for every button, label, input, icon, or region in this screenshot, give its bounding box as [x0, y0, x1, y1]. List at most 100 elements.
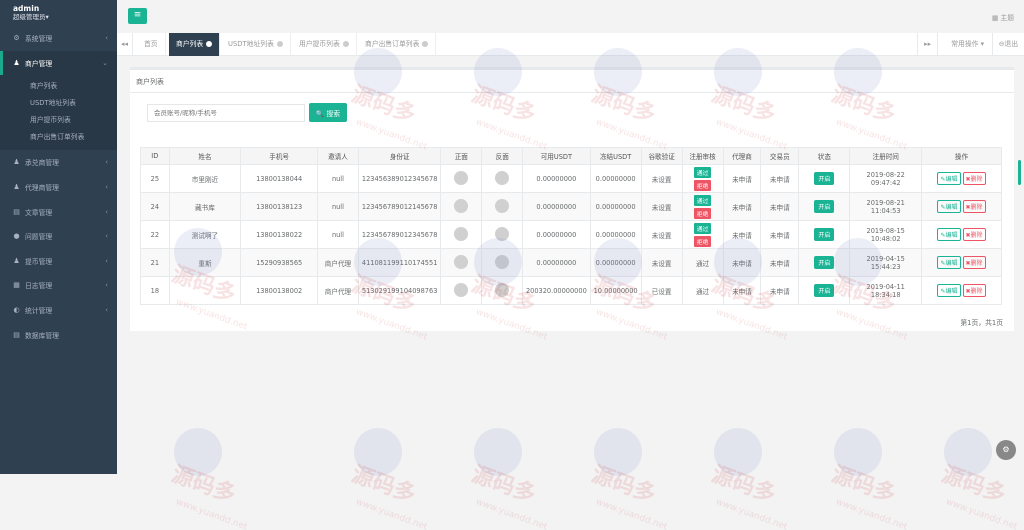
table-row: 24 藏书库 13800138123 null 123456789012145678 0.… — [140, 192, 1002, 221]
search-input[interactable] — [147, 104, 305, 122]
tab-scroll-left-icon[interactable]: ◂◂ — [117, 33, 133, 56]
column-header: 操作 — [921, 147, 1002, 165]
status-toggle-button[interactable]: 开启 — [814, 172, 835, 185]
sidebar-item-3[interactable]: ♟ 代理商管理 ‹ — [0, 175, 117, 200]
column-header: 注册时间 — [849, 147, 923, 165]
close-icon[interactable] — [422, 41, 429, 47]
user-name: admin — [13, 4, 40, 13]
approve-button[interactable]: 通过 — [693, 194, 712, 206]
google-auth-cell: 未设置 — [640, 220, 683, 249]
table-row: 21 重斯 15290938565 商户代理 411081199110174551 0.0… — [140, 248, 1002, 277]
sidebar-item-4[interactable]: ▤ 文章管理 ‹ — [0, 199, 117, 224]
submenu-item-0[interactable]: 商户列表 — [0, 78, 117, 95]
sidebar-menu: ⚙ 系统管理 ‹ ♟ 商户管理 ⌄ 商户列表 USDT地址列表 用户提币列表 商户出售订单列表 ♟ 承… — [0, 26, 117, 347]
table-row: 18 13800138002 商户代理 513029199104098763 20032… — [140, 276, 1002, 305]
frozen-usdt-cell: 0.00000000 — [589, 220, 642, 249]
common-ops-dropdown[interactable]: 常用操作 ▾ — [945, 33, 990, 56]
sidebar-item-5[interactable]: ● 问题管理 ‹ — [0, 224, 117, 249]
reject-button[interactable]: 拒绝 — [693, 235, 712, 247]
tab-usdt-address[interactable]: USDT地址列表 — [221, 33, 291, 56]
name-cell: 市里刚近 — [168, 164, 242, 193]
tab-scroll-right-icon[interactable]: ▸▸ — [917, 33, 938, 56]
sidebar-item-9[interactable]: ▤ 数据库管理 — [0, 322, 117, 347]
id-back-image[interactable] — [495, 170, 510, 185]
delete-button[interactable]: ✖删除 — [962, 284, 986, 297]
sidebar-item-1[interactable]: ♟ 商户管理 ⌄ — [0, 50, 117, 76]
delete-button[interactable]: ✖删除 — [962, 228, 986, 241]
chevron-icon: ‹ — [105, 306, 108, 315]
close-icon[interactable] — [276, 41, 283, 47]
tab-merchant-list[interactable]: 商户列表 — [169, 33, 221, 56]
back-photo-cell — [481, 164, 524, 193]
close-icon[interactable] — [342, 41, 349, 47]
phone-cell: 13800138044 — [240, 164, 319, 193]
submenu-item-2[interactable]: 用户提币列表 — [0, 112, 117, 129]
approve-button[interactable]: 通过 — [693, 166, 712, 178]
theme-button[interactable]: ▦ 主题 — [992, 12, 1014, 22]
sidebar-item-label: 系统管理 — [25, 35, 53, 44]
tab-home[interactable]: 首页 — [137, 33, 166, 56]
id-back-image[interactable] — [495, 254, 510, 269]
search-button[interactable]: 🔍 搜索 — [309, 103, 347, 122]
menu-icon: ♟ — [13, 58, 20, 67]
reject-button[interactable]: 拒绝 — [693, 179, 712, 191]
watermark: 源码多www.yuandd.net — [938, 428, 1019, 530]
submenu-item-3[interactable]: 商户出售订单列表 — [0, 129, 117, 146]
agent-cell: 未申请 — [722, 220, 762, 249]
name-cell — [168, 276, 242, 305]
user-role-dropdown[interactable]: 超级管理员▾ — [13, 13, 117, 22]
edit-button[interactable]: ✎编辑 — [937, 228, 961, 241]
status-toggle-button[interactable]: 开启 — [814, 200, 835, 213]
sidebar-item-0[interactable]: ⚙ 系统管理 ‹ — [0, 26, 117, 51]
status-toggle-button[interactable]: 开启 — [814, 228, 835, 241]
edit-button[interactable]: ✎编辑 — [937, 172, 961, 185]
front-photo-cell — [440, 192, 483, 221]
sidebar-item-8[interactable]: ◐ 统计管理 ‹ — [0, 298, 117, 323]
usdt-cell: 0.00000000 — [522, 164, 591, 193]
theme-settings-icon[interactable]: ⚙ — [996, 440, 1016, 460]
id-back-image[interactable] — [495, 226, 510, 241]
id-front-image[interactable] — [454, 282, 469, 297]
frozen-usdt-cell: 0.00000000 — [589, 164, 642, 193]
sidebar: admin 超级管理员▾ ⚙ 系统管理 ‹ ♟ 商户管理 ⌄ 商户列表 USDT地址列表 用户提… — [0, 0, 117, 474]
idcard-cell: 123456389012345678 — [357, 164, 442, 193]
sidebar-item-label: 数据库管理 — [25, 331, 59, 340]
sidebar-item-label: 承兑商管理 — [25, 159, 59, 168]
submenu-item-1[interactable]: USDT地址列表 — [0, 95, 117, 112]
id-front-image[interactable] — [454, 198, 469, 213]
tab-user-withdraw[interactable]: 用户提币列表 — [292, 33, 357, 56]
sidebar-item-6[interactable]: ♟ 提币管理 ‹ — [0, 249, 117, 274]
delete-button[interactable]: ✖删除 — [962, 200, 986, 213]
edit-button[interactable]: ✎编辑 — [937, 200, 961, 213]
reject-button[interactable]: 拒绝 — [693, 207, 712, 219]
id-front-image[interactable] — [454, 226, 469, 241]
back-photo-cell — [481, 192, 524, 221]
sidebar-item-7[interactable]: ▦ 日志管理 ‹ — [0, 273, 117, 298]
profile[interactable]: admin 超级管理员▾ — [0, 0, 117, 26]
svg-text:源码多: 源码多 — [938, 461, 1009, 508]
approve-button[interactable]: 通过 — [693, 222, 712, 234]
name-cell: 测试啊了 — [168, 220, 242, 249]
status-cell: 开启 — [798, 164, 851, 193]
tab-sell-orders[interactable]: 商户出售订单列表 — [358, 33, 437, 56]
tab-label: 商户列表 — [176, 40, 204, 48]
id-front-image[interactable] — [454, 254, 469, 269]
edit-button[interactable]: ✎编辑 — [937, 284, 961, 297]
logout-button[interactable]: ⊖退出 — [991, 33, 1024, 56]
sidebar-item-2[interactable]: ♟ 承兑商管理 ‹ — [0, 150, 117, 175]
id-front-image[interactable] — [454, 170, 469, 185]
id-back-image[interactable] — [495, 282, 510, 297]
status-toggle-button[interactable]: 开启 — [814, 284, 835, 297]
column-header: 交易员 — [760, 147, 800, 165]
id-back-image[interactable] — [495, 198, 510, 213]
delete-button[interactable]: ✖删除 — [962, 172, 986, 185]
edit-button[interactable]: ✎编辑 — [937, 256, 961, 269]
watermark: 源码多www.yuandd.net — [348, 428, 429, 530]
back-photo-cell — [481, 220, 524, 249]
scroll-indicator[interactable] — [1018, 160, 1021, 185]
usdt-cell: 0.00000000 — [522, 220, 591, 249]
delete-button[interactable]: ✖删除 — [962, 256, 986, 269]
close-icon[interactable] — [206, 41, 213, 47]
menu-toggle-button[interactable]: ≡ — [128, 8, 147, 24]
status-toggle-button[interactable]: 开启 — [814, 256, 835, 269]
